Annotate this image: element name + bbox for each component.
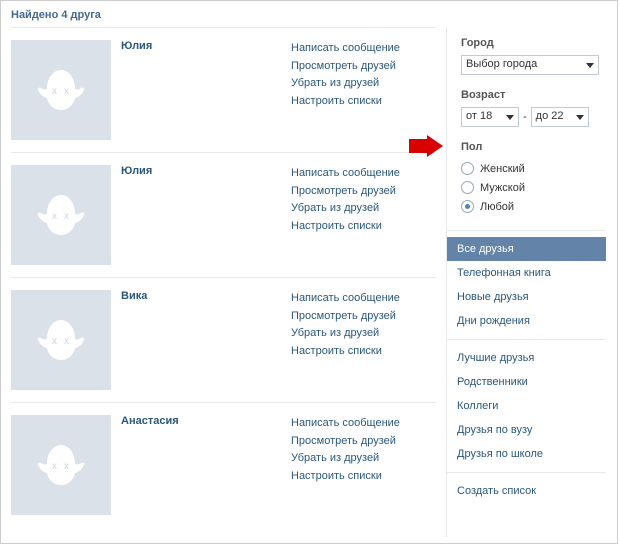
friend-row: xx Анастасия Написать сообщение Просмотр…	[11, 402, 436, 527]
friend-row: xx Юлия Написать сообщение Просмотреть д…	[11, 27, 436, 152]
city-label: Город	[461, 37, 606, 49]
divider	[447, 230, 606, 231]
friend-name[interactable]: Юлия	[121, 40, 152, 52]
friends-list: xx Юлия Написать сообщение Просмотреть д…	[1, 27, 446, 537]
city-select[interactable]: Выбор города	[461, 55, 599, 75]
age-from-select[interactable]: от 18	[461, 107, 519, 127]
view-friends-link[interactable]: Просмотреть друзей	[291, 433, 400, 451]
filter-best-friends[interactable]: Лучшие друзья	[447, 346, 606, 370]
create-list-link[interactable]: Создать список	[447, 479, 606, 503]
filter-all-friends[interactable]: Все друзья	[447, 237, 606, 261]
write-message-link[interactable]: Написать сообщение	[291, 165, 400, 183]
remove-friend-link[interactable]: Убрать из друзей	[291, 325, 400, 343]
configure-lists-link[interactable]: Настроить списки	[291, 468, 400, 486]
divider	[447, 339, 606, 340]
view-friends-link[interactable]: Просмотреть друзей	[291, 308, 400, 326]
svg-text:x: x	[52, 461, 57, 472]
friend-name[interactable]: Вика	[121, 290, 147, 302]
friend-row: xx Вика Написать сообщение Просмотреть д…	[11, 277, 436, 402]
highlight-arrow-icon	[409, 135, 443, 157]
gender-female-radio[interactable]: Женский	[461, 159, 606, 178]
avatar-dog-icon: xx	[29, 308, 93, 372]
write-message-link[interactable]: Написать сообщение	[291, 415, 400, 433]
avatar-placeholder[interactable]: xx	[11, 290, 111, 390]
filter-colleagues[interactable]: Коллеги	[447, 394, 606, 418]
avatar-dog-icon: xx	[29, 58, 93, 122]
view-friends-link[interactable]: Просмотреть друзей	[291, 183, 400, 201]
remove-friend-link[interactable]: Убрать из друзей	[291, 450, 400, 468]
friend-name[interactable]: Юлия	[121, 165, 152, 177]
svg-text:x: x	[64, 211, 69, 222]
radio-icon	[461, 200, 474, 213]
svg-text:x: x	[52, 336, 57, 347]
filter-birthdays[interactable]: Дни рождения	[447, 309, 606, 333]
avatar-dog-icon: xx	[29, 183, 93, 247]
svg-text:x: x	[64, 461, 69, 472]
sidebar: Город Выбор города Возраст от 18 - до 22…	[446, 27, 606, 537]
configure-lists-link[interactable]: Настроить списки	[291, 218, 400, 236]
radio-label: Любой	[480, 201, 514, 213]
radio-label: Мужской	[480, 182, 525, 194]
gender-male-radio[interactable]: Мужской	[461, 178, 606, 197]
configure-lists-link[interactable]: Настроить списки	[291, 93, 400, 111]
avatar-dog-icon: xx	[29, 433, 93, 497]
write-message-link[interactable]: Написать сообщение	[291, 290, 400, 308]
gender-label: Пол	[461, 141, 606, 153]
svg-text:x: x	[52, 86, 57, 97]
age-to-select[interactable]: до 22	[531, 107, 589, 127]
friend-row: xx Юлия Написать сообщение Просмотреть д…	[11, 152, 436, 277]
radio-label: Женский	[480, 163, 525, 175]
filter-phonebook[interactable]: Телефонная книга	[447, 261, 606, 285]
age-separator: -	[523, 111, 527, 123]
age-label: Возраст	[461, 89, 606, 101]
divider	[447, 472, 606, 473]
view-friends-link[interactable]: Просмотреть друзей	[291, 58, 400, 76]
filter-school[interactable]: Друзья по школе	[447, 442, 606, 466]
radio-icon	[461, 181, 474, 194]
gender-any-radio[interactable]: Любой	[461, 197, 606, 216]
filter-new-friends[interactable]: Новые друзья	[447, 285, 606, 309]
svg-text:x: x	[52, 211, 57, 222]
remove-friend-link[interactable]: Убрать из друзей	[291, 75, 400, 93]
radio-icon	[461, 162, 474, 175]
avatar-placeholder[interactable]: xx	[11, 40, 111, 140]
svg-text:x: x	[64, 336, 69, 347]
friend-name[interactable]: Анастасия	[121, 415, 179, 427]
filter-relatives[interactable]: Родственники	[447, 370, 606, 394]
remove-friend-link[interactable]: Убрать из друзей	[291, 200, 400, 218]
write-message-link[interactable]: Написать сообщение	[291, 40, 400, 58]
svg-text:x: x	[64, 86, 69, 97]
avatar-placeholder[interactable]: xx	[11, 415, 111, 515]
filter-university[interactable]: Друзья по вузу	[447, 418, 606, 442]
avatar-placeholder[interactable]: xx	[11, 165, 111, 265]
configure-lists-link[interactable]: Настроить списки	[291, 343, 400, 361]
results-header: Найдено 4 друга	[1, 1, 617, 27]
